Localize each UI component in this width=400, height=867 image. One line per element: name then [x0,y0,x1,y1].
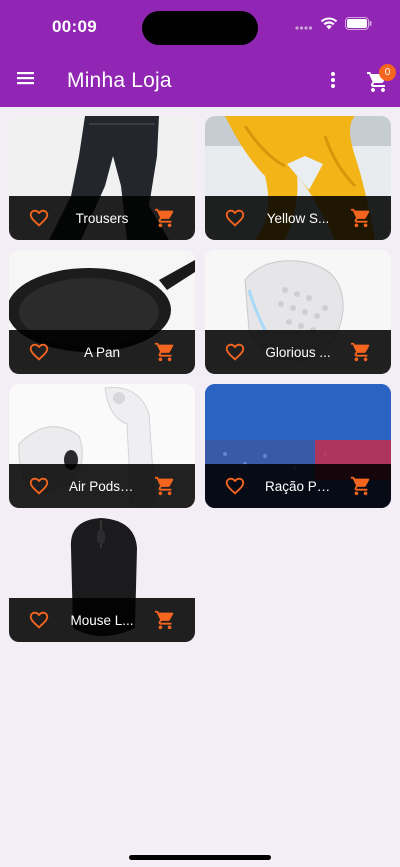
add-to-cart-button[interactable] [135,598,195,642]
product-card[interactable]: A Pan [9,250,195,374]
dynamic-island [142,11,258,45]
wifi-icon [320,17,338,30]
favorite-button[interactable] [9,330,69,374]
product-title: Trousers [75,210,129,226]
product-title: Mouse L... [70,612,134,628]
shopping-cart-icon [350,476,370,496]
favorite-button[interactable] [9,196,69,240]
heart-outline-icon [29,611,49,629]
signal-icon [295,25,313,30]
home-indicator[interactable] [129,855,271,860]
shopping-cart-icon [350,208,370,228]
product-title: Glorious ... [265,344,331,360]
app-bar: 00:09 Minha Loja 0 [0,0,400,107]
add-to-cart-button[interactable] [135,330,195,374]
product-card-footer: Glorious ... [205,330,391,374]
favorite-button[interactable] [205,196,265,240]
product-title: Ração Pr... [265,478,331,494]
shopping-cart-icon [154,208,174,228]
product-card[interactable]: Mouse L... [9,518,195,642]
heart-outline-icon [29,477,49,495]
product-card[interactable]: Trousers [9,116,195,240]
page-title: Minha Loja [67,69,172,92]
product-card-footer: Ração Pr... [205,464,391,508]
product-card-footer: Trousers [9,196,195,240]
product-card-footer: Yellow S... [205,196,391,240]
product-card[interactable]: Ração Pr... [205,384,391,508]
product-grid: Trousers Yellow S... A Pan Glorious ... … [9,116,391,642]
product-title: A Pan [83,344,121,360]
add-to-cart-button[interactable] [331,330,391,374]
product-card[interactable]: Air Pods ... [9,384,195,508]
favorite-button[interactable] [205,330,265,374]
more-options-button[interactable] [326,70,340,92]
favorite-button[interactable] [9,598,69,642]
favorite-button[interactable] [205,464,265,508]
heart-outline-icon [29,209,49,227]
status-icons [295,17,372,30]
add-to-cart-button[interactable] [135,464,195,508]
add-to-cart-button[interactable] [135,196,195,240]
shopping-cart-icon [350,342,370,362]
heart-outline-icon [225,343,245,361]
product-card-footer: A Pan [9,330,195,374]
add-to-cart-button[interactable] [331,464,391,508]
shopping-cart-icon [154,342,174,362]
heart-outline-icon [225,209,245,227]
favorite-button[interactable] [9,464,69,508]
hamburger-icon [17,72,34,85]
more-vertical-icon [331,72,335,88]
heart-outline-icon [225,477,245,495]
add-to-cart-button[interactable] [331,196,391,240]
product-card-footer: Mouse L... [9,598,195,642]
product-title: Air Pods ... [69,478,135,494]
product-title: Yellow S... [266,210,330,226]
cart-count-badge: 0 [379,64,396,81]
status-time: 00:09 [52,17,97,36]
shopping-cart-icon [154,610,174,630]
battery-icon [345,17,372,30]
menu-button[interactable] [16,70,38,90]
product-card[interactable]: Yellow S... [205,116,391,240]
product-card-footer: Air Pods ... [9,464,195,508]
heart-outline-icon [29,343,49,361]
product-card[interactable]: Glorious ... [205,250,391,374]
shopping-cart-icon [154,476,174,496]
